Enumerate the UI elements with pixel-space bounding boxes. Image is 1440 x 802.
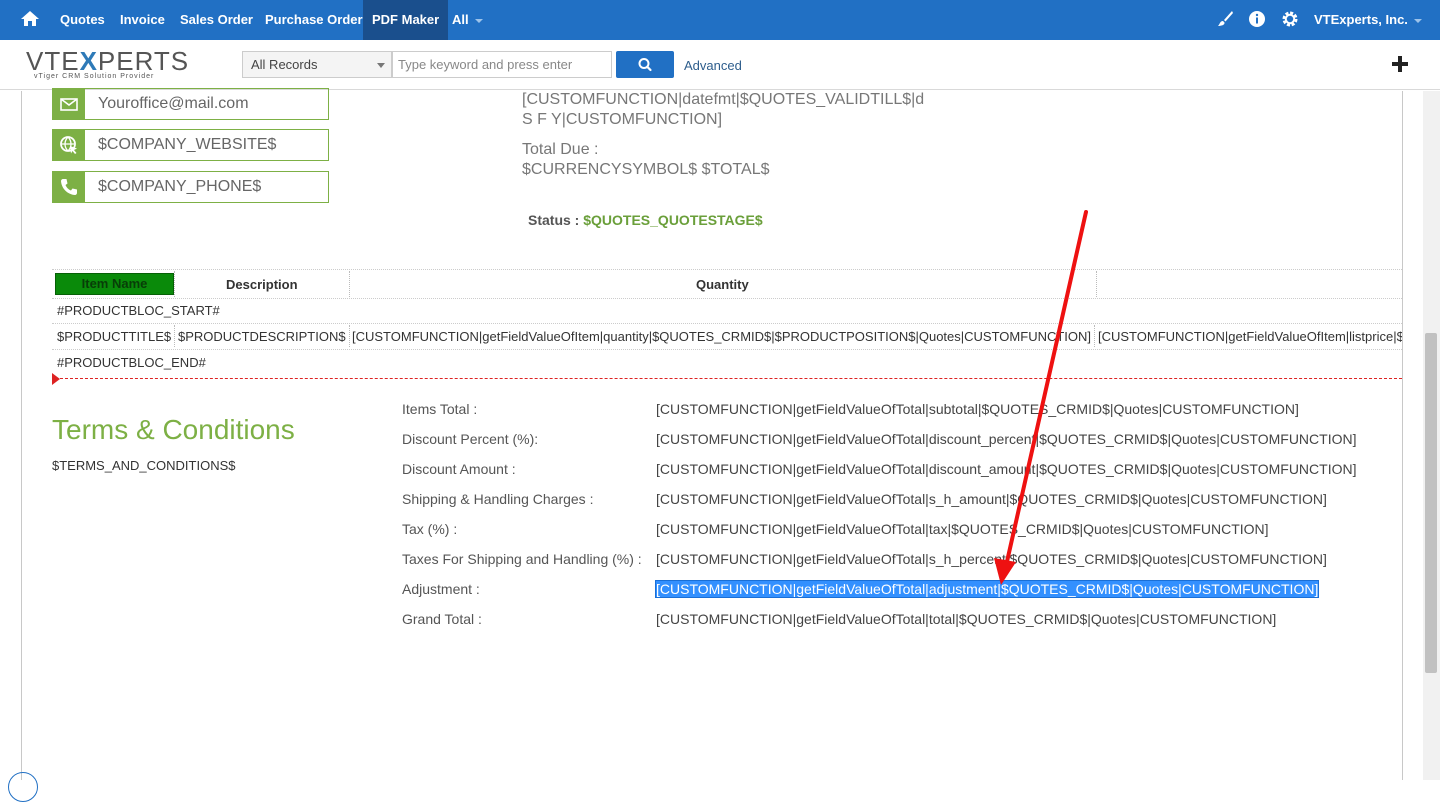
column-divider xyxy=(1094,325,1095,347)
top-navigation-bar: Quotes Invoice Sales Order Purchase Orde… xyxy=(0,0,1440,40)
discount-amount-label: Discount Amount : xyxy=(402,461,516,477)
items-total-value[interactable]: [CUSTOMFUNCTION|getFieldValueOfTotal|sub… xyxy=(656,401,1299,417)
shipping-tax-label: Taxes For Shipping and Handling (%) : xyxy=(402,551,642,567)
column-divider xyxy=(174,325,175,347)
table-border xyxy=(52,269,1402,270)
user-name: VTExperts, Inc. xyxy=(1314,12,1408,27)
terms-variable[interactable]: $TERMS_AND_CONDITIONS$ xyxy=(52,458,235,473)
discount-percent-label: Discount Percent (%): xyxy=(402,431,539,447)
nav-item-pdf-maker[interactable]: PDF Maker xyxy=(363,0,449,40)
plus-icon[interactable] xyxy=(1391,55,1409,73)
home-icon[interactable] xyxy=(20,9,40,29)
grand-total-value[interactable]: [CUSTOMFUNCTION|getFieldValueOfTotal|tot… xyxy=(656,611,1276,627)
logo-tagline: vTiger CRM Solution Provider xyxy=(34,73,155,80)
scrollbar-thumb[interactable] xyxy=(1425,333,1437,673)
column-divider xyxy=(349,271,350,297)
contact-phone: $COMPANY_PHONE$ xyxy=(98,178,262,195)
nav-item-purchase-order[interactable]: Purchase Order xyxy=(256,0,372,40)
product-description-cell[interactable]: $PRODUCTDESCRIPTION$ xyxy=(178,329,347,344)
chevron-down-icon xyxy=(474,18,483,23)
brush-icon[interactable] xyxy=(1216,10,1234,28)
product-listprice-cell[interactable]: [CUSTOMFUNCTION|getFieldValueOfItem|list… xyxy=(1098,329,1402,344)
nav-item-all[interactable]: All xyxy=(443,0,492,40)
phone-icon xyxy=(53,172,85,202)
grand-total-label: Grand Total : xyxy=(402,611,482,627)
search-input[interactable] xyxy=(392,51,612,78)
product-bloc-end[interactable]: #PRODUCTBLOC_END# xyxy=(57,355,206,370)
nav-item-sales-order[interactable]: Sales Order xyxy=(171,0,262,40)
shipping-handling-label: Shipping & Handling Charges : xyxy=(402,491,594,507)
table-header-description[interactable]: Description xyxy=(226,277,298,292)
table-border xyxy=(52,298,1402,299)
status-label: Status : xyxy=(528,212,580,228)
globe-cursor-icon xyxy=(53,130,85,160)
discount-percent-value[interactable]: [CUSTOMFUNCTION|getFieldValueOfTotal|dis… xyxy=(656,431,1356,447)
product-quantity-cell[interactable]: [CUSTOMFUNCTION|getFieldValueOfItem|quan… xyxy=(352,329,1092,344)
column-divider xyxy=(174,271,175,297)
contact-website-box: $COMPANY_WEBSITE$ xyxy=(52,129,329,161)
total-due-label: Total Due : xyxy=(522,141,599,158)
records-select[interactable]: All Records xyxy=(242,51,392,78)
adjustment-value-selected[interactable]: [CUSTOMFUNCTION|getFieldValueOfTotal|adj… xyxy=(654,580,1320,598)
advanced-search-link[interactable]: Advanced xyxy=(684,58,742,73)
search-button[interactable] xyxy=(616,51,674,78)
column-divider xyxy=(1096,271,1097,297)
user-menu[interactable]: VTExperts, Inc. xyxy=(1314,0,1422,40)
page-break-line xyxy=(55,378,1402,379)
shipping-handling-value[interactable]: [CUSTOMFUNCTION|getFieldValueOfTotal|s_h… xyxy=(656,491,1327,507)
shipping-tax-value[interactable]: [CUSTOMFUNCTION|getFieldValueOfTotal|s_h… xyxy=(656,551,1327,567)
logo-suffix: PERTS xyxy=(97,46,190,76)
nav-item-quotes[interactable]: Quotes xyxy=(51,0,114,40)
discount-amount-value[interactable]: [CUSTOMFUNCTION|getFieldValueOfTotal|dis… xyxy=(656,461,1356,477)
contact-email-box: Youroffice@mail.com xyxy=(52,88,329,120)
info-icon[interactable] xyxy=(1248,10,1266,28)
status-line: Status : $QUOTES_QUOTESTAGE$ xyxy=(528,212,763,228)
contact-website: $COMPANY_WEBSITE$ xyxy=(98,136,277,153)
column-divider xyxy=(349,325,350,347)
status-value: $QUOTES_QUOTESTAGE$ xyxy=(583,212,763,228)
page-break-marker-icon xyxy=(52,373,60,385)
contact-email: Youroffice@mail.com xyxy=(98,95,249,112)
search-icon xyxy=(638,58,652,72)
adjustment-label: Adjustment : xyxy=(402,581,480,597)
logo-x: X xyxy=(79,46,98,76)
table-border xyxy=(52,323,1402,324)
terms-title: Terms & Conditions xyxy=(52,414,295,445)
total-due-value: $CURRENCYSYMBOL$ $TOTAL$ xyxy=(522,161,770,178)
records-select-value: All Records xyxy=(251,57,318,72)
table-header-item-name[interactable]: Item Name xyxy=(55,273,174,295)
table-border xyxy=(52,349,1402,350)
items-total-label: Items Total : xyxy=(402,401,478,417)
tax-label: Tax (%) : xyxy=(402,521,458,537)
logo-prefix: VTE xyxy=(26,46,80,76)
tax-value[interactable]: [CUSTOMFUNCTION|getFieldValueOfTotal|tax… xyxy=(656,521,1269,537)
envelope-icon xyxy=(53,89,85,119)
chat-widget-button[interactable] xyxy=(8,772,38,802)
table-header-quantity[interactable]: Quantity xyxy=(696,277,749,292)
nav-item-invoice[interactable]: Invoice xyxy=(111,0,174,40)
gear-icon[interactable] xyxy=(1281,10,1299,28)
product-bloc-start[interactable]: #PRODUCTBLOC_START# xyxy=(57,303,220,318)
chevron-down-icon xyxy=(1413,18,1422,23)
validtill-line-2: S F Y|CUSTOMFUNCTION] xyxy=(522,111,723,128)
product-title-cell[interactable]: $PRODUCTTITLE$ xyxy=(57,329,172,344)
nav-item-all-label: All xyxy=(452,12,469,27)
chevron-down-icon xyxy=(377,63,385,68)
contact-phone-box: $COMPANY_PHONE$ xyxy=(52,171,329,203)
validtill-line-1: [CUSTOMFUNCTION|datefmt|$QUOTES_VALIDTIL… xyxy=(522,91,925,108)
